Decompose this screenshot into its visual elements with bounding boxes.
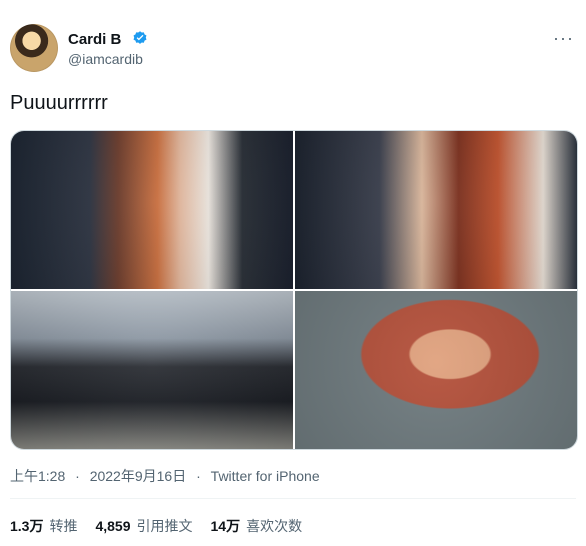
tweet-date[interactable]: 2022年9月16日	[90, 468, 187, 484]
tweet-source[interactable]: Twitter for iPhone	[211, 468, 320, 484]
likes-count: 14万	[210, 518, 241, 534]
photo-overlay	[11, 131, 293, 289]
meta-separator: ·	[75, 468, 80, 484]
verified-badge-icon	[133, 31, 146, 44]
retweets-count: 1.3万	[10, 518, 44, 534]
quotes-stat[interactable]: 4,859 引用推文	[95, 516, 192, 536]
retweets-stat[interactable]: 1.3万 转推	[10, 516, 77, 536]
photo-2[interactable]	[295, 131, 577, 289]
media-grid	[10, 130, 578, 450]
avatar[interactable]	[10, 24, 58, 72]
tweet-meta: 上午1:28 · 2022年9月16日 · Twitter for iPhone	[10, 466, 320, 486]
likes-stat[interactable]: 14万 喜欢次数	[211, 516, 303, 536]
more-icon[interactable]: ···	[553, 28, 574, 49]
divider	[10, 498, 576, 499]
photo-3[interactable]	[11, 291, 293, 449]
tweet-time[interactable]: 上午1:28	[10, 468, 65, 484]
tweet-stats: 1.3万 转推 4,859 引用推文 14万 喜欢次数	[10, 516, 302, 536]
quotes-label: 引用推文	[136, 518, 193, 534]
photo-overlay	[11, 291, 293, 449]
photo-4[interactable]	[295, 291, 577, 449]
author-handle[interactable]: @iamcardib	[68, 51, 143, 67]
meta-separator: ·	[196, 468, 201, 484]
tweet-header: Cardi B @iamcardib ···	[10, 24, 576, 76]
author-name-row[interactable]: Cardi B	[68, 30, 148, 48]
retweets-label: 转推	[49, 518, 78, 534]
photo-overlay	[295, 291, 577, 449]
tweet-text: Puuuurrrrrr	[10, 92, 108, 114]
quotes-count: 4,859	[95, 518, 131, 534]
photo-overlay	[295, 131, 577, 289]
likes-label: 喜欢次数	[246, 518, 303, 534]
author-name[interactable]: Cardi B	[68, 31, 121, 48]
photo-1[interactable]	[11, 131, 293, 289]
